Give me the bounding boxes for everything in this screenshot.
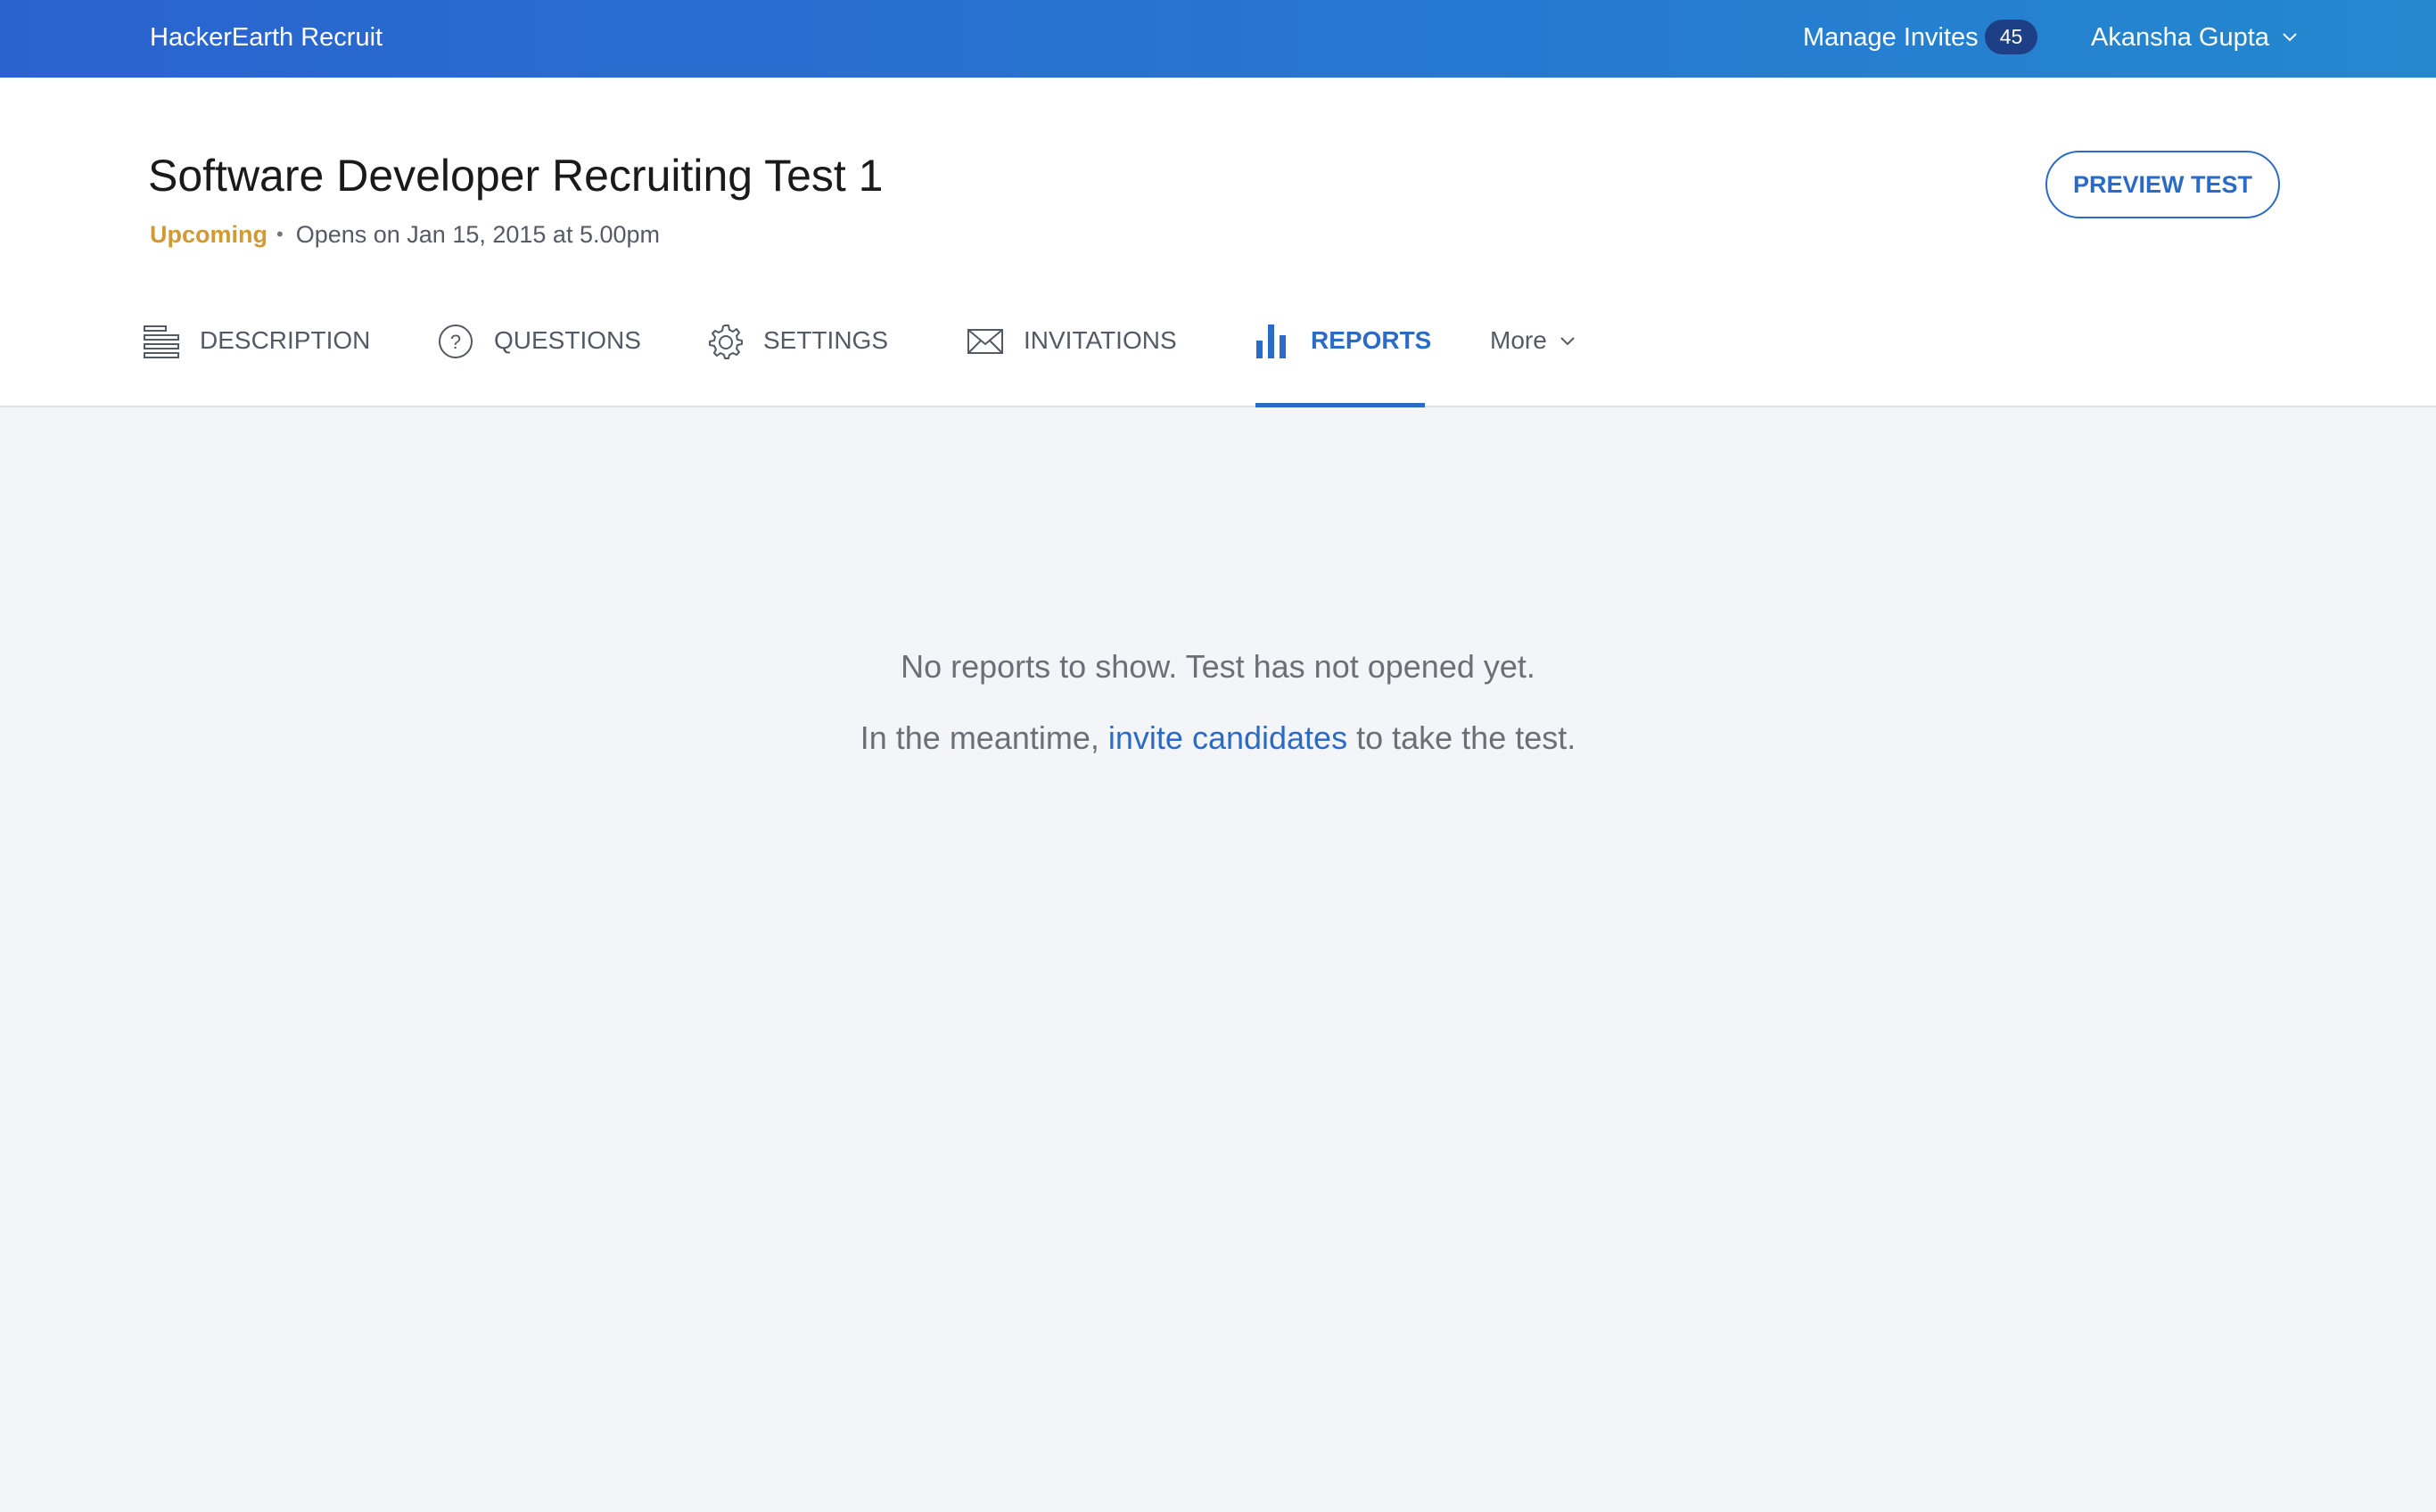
top-navigation-bar: HackerEarth Recruit Manage Invites 45 Ak… bbox=[0, 0, 2436, 78]
active-tab-indicator bbox=[1255, 403, 1425, 407]
invites-count-badge[interactable]: 45 bbox=[1985, 20, 2037, 54]
envelope-icon bbox=[967, 329, 1003, 354]
tab-reports[interactable]: REPORTS bbox=[1254, 323, 1431, 403]
separator-dot: • bbox=[276, 223, 284, 245]
tab-more[interactable]: More bbox=[1490, 323, 1576, 403]
preview-test-button[interactable]: PREVIEW TEST bbox=[2045, 151, 2280, 218]
description-icon bbox=[144, 325, 179, 358]
tab-label: INVITATIONS bbox=[1024, 326, 1177, 354]
hint-suffix: to take the test. bbox=[1356, 719, 1576, 756]
tab-description[interactable]: DESCRIPTION bbox=[143, 323, 370, 403]
brand-logo-text[interactable]: HackerEarth Recruit bbox=[150, 20, 383, 55]
svg-text:?: ? bbox=[450, 331, 461, 353]
tab-invitations[interactable]: INVITATIONS bbox=[967, 323, 1177, 403]
tab-label: More bbox=[1490, 326, 1547, 354]
tab-label: DESCRIPTION bbox=[200, 326, 371, 354]
hint-prefix: In the meantime, bbox=[860, 719, 1099, 756]
test-header: Software Developer Recruiting Test 1 Upc… bbox=[0, 78, 2436, 407]
bar-chart-icon bbox=[1256, 325, 1286, 358]
status-badge: Upcoming bbox=[150, 221, 267, 248]
gear-icon bbox=[709, 325, 743, 359]
opens-date-text: Opens on Jan 15, 2015 at 5.00pm bbox=[295, 221, 660, 248]
empty-state-message: No reports to show. Test has not opened … bbox=[901, 648, 1535, 685]
question-circle-icon: ? bbox=[439, 325, 473, 358]
tab-label: REPORTS bbox=[1311, 326, 1432, 354]
chevron-down-icon bbox=[1560, 337, 1575, 346]
tab-settings[interactable]: SETTINGS bbox=[706, 323, 888, 403]
manage-invites-link[interactable]: Manage Invites bbox=[1803, 20, 1979, 55]
test-status-line: Upcoming • Opens on Jan 15, 2015 at 5.00… bbox=[150, 218, 660, 251]
user-name: Akansha Gupta bbox=[2091, 23, 2269, 52]
empty-state-hint: In the meantime, invite candidates to ta… bbox=[0, 717, 2436, 760]
chevron-down-icon bbox=[2283, 33, 2297, 42]
tab-label: SETTINGS bbox=[763, 326, 889, 354]
tab-label: QUESTIONS bbox=[494, 326, 641, 354]
invite-candidates-link[interactable]: invite candidates bbox=[1108, 719, 1347, 756]
page-title: Software Developer Recruiting Test 1 bbox=[148, 151, 884, 201]
tab-questions[interactable]: ? QUESTIONS bbox=[437, 323, 641, 403]
user-menu[interactable]: Akansha Gupta bbox=[2091, 20, 2298, 55]
